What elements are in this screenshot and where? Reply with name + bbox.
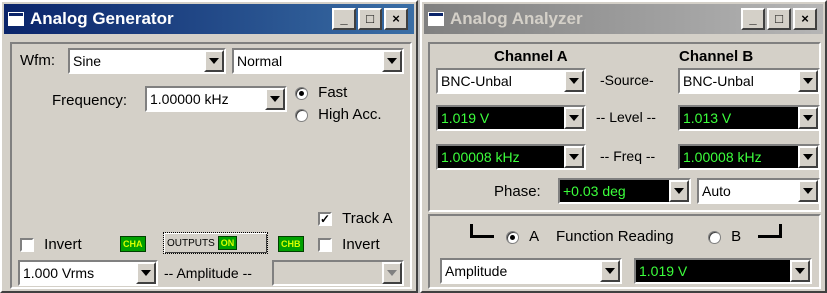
- level-b-value: 1.013 V: [683, 110, 732, 126]
- cha-badge: CHA: [120, 236, 146, 252]
- track-a-option[interactable]: ✓ Track A: [318, 210, 392, 227]
- generator-title: Analog Generator: [30, 9, 174, 28]
- waveform-value: Sine: [73, 53, 102, 69]
- function-reading-label: Function Reading: [556, 228, 674, 245]
- invert-a-label: Invert: [44, 236, 82, 253]
- bracket-left: [470, 224, 494, 238]
- track-a-label: Track A: [342, 210, 393, 227]
- waveform-select[interactable]: Sine: [68, 48, 226, 74]
- source-b-select[interactable]: BNC-Unbal: [678, 68, 820, 94]
- analyzer-titlebar[interactable]: Analog Analyzer _ □ ×: [424, 4, 823, 34]
- level-b-reading[interactable]: 1.013 V: [678, 105, 820, 131]
- level-label: -- Level --: [596, 109, 656, 125]
- close-button[interactable]: ×: [793, 8, 817, 30]
- generator-titlebar[interactable]: Analog Generator _ □ ×: [4, 4, 414, 34]
- mode-value: Normal: [237, 53, 283, 69]
- freq-b-reading[interactable]: 1.00008 kHz: [678, 144, 820, 170]
- function-select[interactable]: Amplitude: [440, 258, 622, 284]
- chevron-down-icon[interactable]: [790, 260, 810, 282]
- outputs-button[interactable]: OUTPUTS ON: [163, 232, 268, 254]
- amplitude-a-value: 1.000 Vrms: [23, 265, 95, 281]
- chevron-down-icon[interactable]: [265, 88, 285, 110]
- invert-b-checkbox[interactable]: [318, 238, 332, 253]
- freq-a-reading[interactable]: 1.00008 kHz: [436, 144, 586, 170]
- high-acc-option[interactable]: High Acc.: [295, 106, 382, 123]
- analog-analyzer-window: Analog Analyzer _ □ × Channel A Channel …: [420, 0, 827, 293]
- invert-a-option[interactable]: Invert: [20, 236, 82, 253]
- function-value: Amplitude: [445, 263, 508, 279]
- fast-option[interactable]: Fast: [295, 84, 347, 101]
- function-a-label: A: [529, 228, 540, 245]
- chevron-down-icon[interactable]: [669, 180, 689, 202]
- maximize-button[interactable]: □: [358, 8, 382, 30]
- phase-mode-value: Auto: [702, 183, 731, 199]
- high-acc-radio[interactable]: [295, 108, 308, 122]
- minimize-button[interactable]: _: [332, 8, 356, 30]
- freq-b-value: 1.00008 kHz: [683, 149, 762, 165]
- wfm-label: Wfm:: [20, 52, 55, 69]
- freq-label: -- Freq --: [600, 148, 656, 164]
- chevron-down-icon[interactable]: [798, 107, 818, 129]
- chevron-down-icon[interactable]: [564, 70, 584, 92]
- outputs-label: OUTPUTS: [167, 237, 215, 249]
- frequency-select[interactable]: 1.00000 kHz: [145, 86, 287, 112]
- function-b-option[interactable]: B: [708, 228, 741, 245]
- frequency-label: Frequency:: [52, 92, 128, 109]
- bracket-right: [758, 224, 782, 238]
- fast-radio[interactable]: [295, 86, 308, 100]
- amplitude-label: -- Amplitude --: [164, 265, 252, 281]
- chevron-down-icon[interactable]: [382, 50, 402, 72]
- function-b-radio[interactable]: [708, 230, 721, 244]
- source-a-value: BNC-Unbal: [441, 73, 512, 89]
- chevron-down-icon[interactable]: [798, 180, 818, 202]
- source-b-value: BNC-Unbal: [683, 73, 754, 89]
- track-a-checkbox[interactable]: ✓: [318, 212, 332, 227]
- function-a-radio[interactable]: [506, 230, 519, 244]
- invert-b-option[interactable]: Invert: [318, 236, 380, 253]
- high-acc-label: High Acc.: [318, 106, 382, 123]
- chevron-down-icon: [382, 262, 402, 284]
- minimize-button[interactable]: _: [741, 8, 765, 30]
- source-label: -Source-: [600, 72, 654, 88]
- fast-label: Fast: [318, 84, 348, 101]
- chevron-down-icon[interactable]: [564, 107, 584, 129]
- amplitude-b-select: [272, 260, 404, 286]
- analyzer-title: Analog Analyzer: [450, 9, 583, 28]
- window-icon: [428, 12, 444, 26]
- function-a-option[interactable]: A: [506, 228, 539, 245]
- amplitude-a-select[interactable]: 1.000 Vrms: [18, 260, 158, 286]
- chevron-down-icon[interactable]: [600, 260, 620, 282]
- invert-a-checkbox[interactable]: [20, 238, 34, 253]
- mode-select[interactable]: Normal: [232, 48, 404, 74]
- frequency-value: 1.00000 kHz: [150, 91, 229, 107]
- invert-b-label: Invert: [342, 236, 380, 253]
- outputs-on-badge: ON: [217, 236, 238, 250]
- analog-generator-window: Analog Generator _ □ × Wfm: Sine Normal …: [0, 0, 418, 293]
- level-a-reading[interactable]: 1.019 V: [436, 105, 586, 131]
- freq-a-value: 1.00008 kHz: [441, 149, 520, 165]
- channel-a-header: Channel A: [494, 48, 568, 65]
- window-icon: [8, 12, 24, 26]
- channel-b-header: Channel B: [679, 48, 754, 65]
- phase-reading[interactable]: +0.03 deg: [558, 178, 691, 204]
- maximize-button[interactable]: □: [767, 8, 791, 30]
- chb-badge: CHB: [278, 236, 304, 252]
- chevron-down-icon[interactable]: [204, 50, 224, 72]
- chevron-down-icon[interactable]: [564, 146, 584, 168]
- function-reading-value: 1.019 V: [639, 263, 688, 279]
- phase-label: Phase:: [494, 183, 541, 200]
- phase-mode-select[interactable]: Auto: [697, 178, 820, 204]
- chevron-down-icon[interactable]: [136, 262, 156, 284]
- chevron-down-icon[interactable]: [798, 70, 818, 92]
- source-a-select[interactable]: BNC-Unbal: [436, 68, 586, 94]
- level-a-value: 1.019 V: [441, 110, 490, 126]
- chevron-down-icon[interactable]: [798, 146, 818, 168]
- phase-value: +0.03 deg: [563, 183, 626, 199]
- function-reading[interactable]: 1.019 V: [634, 258, 812, 284]
- close-button[interactable]: ×: [384, 8, 408, 30]
- function-b-label: B: [731, 228, 742, 245]
